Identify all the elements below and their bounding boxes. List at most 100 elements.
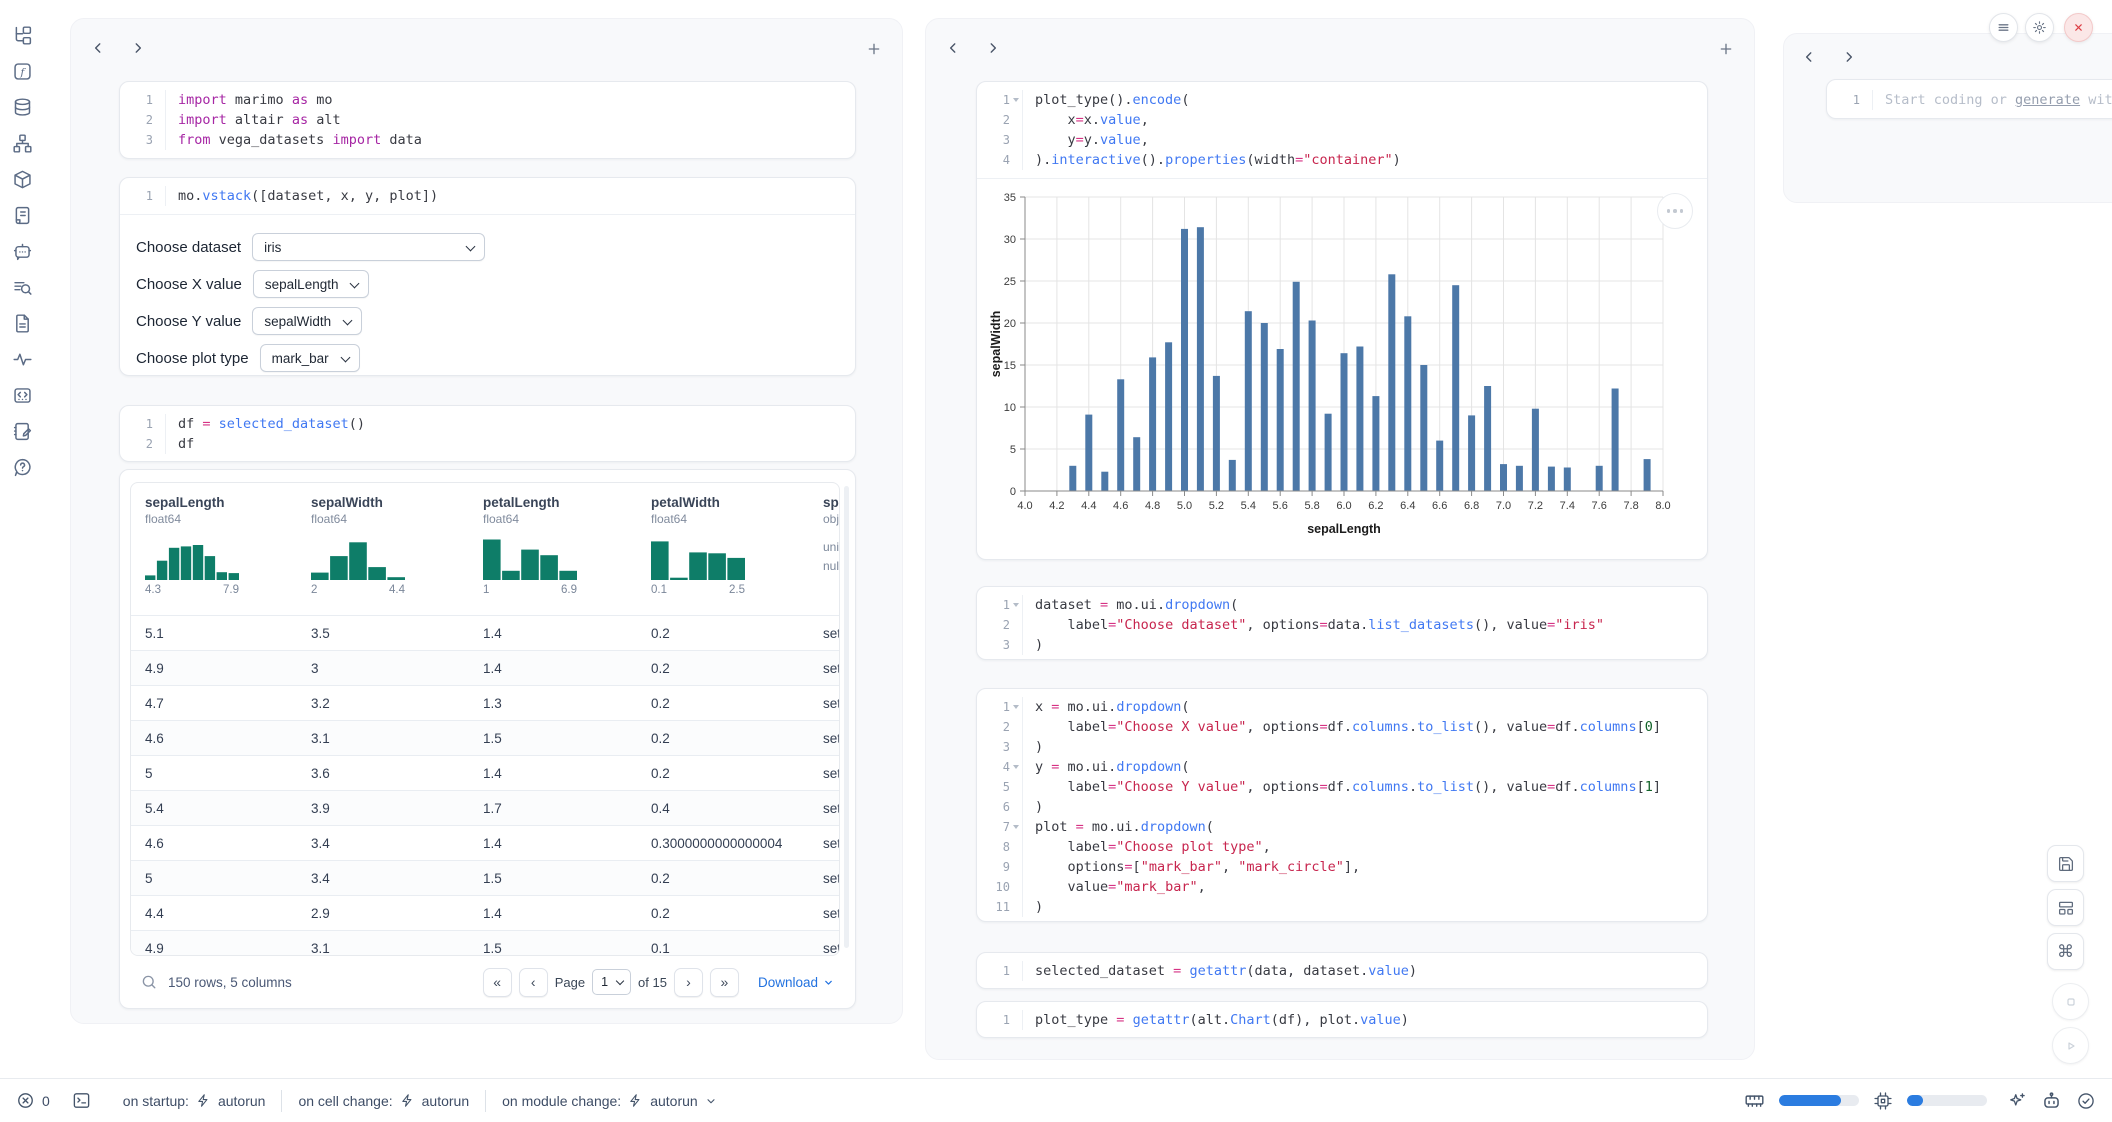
column-header-sepalWidth[interactable]: sepalWidthfloat6424.4 xyxy=(297,483,469,615)
fold-chevron-icon[interactable] xyxy=(1013,98,1019,102)
table-row[interactable]: 53.61.40.2setosa xyxy=(131,755,839,790)
close-button[interactable] xyxy=(2064,13,2093,42)
table-row[interactable]: 53.41.50.2setosa xyxy=(131,860,839,895)
table-row[interactable]: 5.43.91.70.4setosa xyxy=(131,790,839,825)
column-header-petalWidth[interactable]: petalWidthfloat640.12.5 xyxy=(637,483,809,615)
table-cell: setosa xyxy=(809,941,840,956)
altair-chart[interactable]: 4.04.24.44.64.85.05.25.45.65.86.06.26.46… xyxy=(977,179,1707,541)
chart-bar xyxy=(1245,311,1252,491)
datasources-icon[interactable] xyxy=(11,96,33,118)
generate-link[interactable]: generate xyxy=(2015,92,2080,108)
table-row[interactable]: 4.73.21.30.2setosa xyxy=(131,685,839,720)
sparkles-icon[interactable] xyxy=(2007,1091,2027,1111)
documentation-icon[interactable] xyxy=(11,204,33,226)
fold-chevron-icon[interactable] xyxy=(1013,603,1019,607)
table-row[interactable]: 4.63.41.40.3000000000000004setosa xyxy=(131,825,839,860)
table-scrollbar[interactable] xyxy=(844,486,849,948)
code-cell-xy-plot-dropdowns[interactable]: 1x = mo.ui.dropdown(2 label="Choose X va… xyxy=(976,688,1708,922)
packages-icon[interactable] xyxy=(11,168,33,190)
code-placeholder: Start coding or generate with xyxy=(1873,90,2112,110)
download-button[interactable]: Download xyxy=(758,975,834,990)
check-circle-icon[interactable] xyxy=(2076,1091,2096,1111)
first-page-button[interactable]: « xyxy=(483,968,512,997)
column-next-icon[interactable] xyxy=(986,41,1000,55)
save-button[interactable] xyxy=(2047,845,2084,882)
save-icon xyxy=(2057,855,2075,873)
terminal-button[interactable] xyxy=(72,1091,91,1110)
code-cell-dataset-dropdown[interactable]: 1dataset = mo.ui.dropdown(2 label="Choos… xyxy=(976,586,1708,660)
snippets-icon[interactable] xyxy=(11,384,33,406)
histogram-bar xyxy=(483,540,501,581)
column-header-species[interactable]: speciesobjectunique:nulls: xyxy=(809,483,840,615)
svg-text:5.0: 5.0 xyxy=(1177,500,1192,512)
code-cell-plot-type[interactable]: 1plot_type = getattr(alt.Chart(df), plot… xyxy=(976,1001,1708,1038)
layout-button[interactable] xyxy=(2047,889,2084,926)
dropdown-select[interactable]: iris xyxy=(252,233,485,261)
settings-button[interactable] xyxy=(2025,13,2054,42)
code-cell-imports[interactable]: 1import marimo as mo2import altair as al… xyxy=(119,81,856,159)
dropdown-select[interactable]: sepalWidth xyxy=(252,307,362,335)
column-header-petalLength[interactable]: petalLengthfloat6416.9 xyxy=(469,483,637,615)
run-config-item[interactable]: on module change:autorun xyxy=(494,1093,725,1109)
column-prev-icon[interactable] xyxy=(946,41,960,55)
fold-chevron-icon[interactable] xyxy=(1013,825,1019,829)
chart-menu-icon[interactable] xyxy=(1657,193,1693,229)
table-row[interactable]: 4.63.11.50.2setosa xyxy=(131,720,839,755)
page-select[interactable]: 1 xyxy=(592,969,631,995)
dependency-graph-icon[interactable] xyxy=(11,132,33,154)
table-row[interactable]: 5.13.51.40.2setosa xyxy=(131,615,839,650)
run-button[interactable] xyxy=(2052,1027,2089,1064)
column-next-icon[interactable] xyxy=(131,41,145,55)
table-row[interactable]: 4.93.11.50.1setosa xyxy=(131,930,839,956)
next-page-button[interactable]: › xyxy=(674,968,703,997)
logs-icon[interactable] xyxy=(11,276,33,298)
svg-text:25: 25 xyxy=(1004,276,1016,288)
prev-page-button[interactable]: ‹ xyxy=(519,968,548,997)
code-cell-df[interactable]: 1df = selected_dataset()2df xyxy=(119,405,856,462)
column-header-sepalLength[interactable]: sepalLengthfloat644.37.9 xyxy=(131,483,297,615)
svg-text:10: 10 xyxy=(1004,402,1016,414)
functions-icon[interactable]: f xyxy=(11,60,33,82)
code-line: 1mo.vstack([dataset, x, y, plot]) xyxy=(120,186,855,206)
ai-chat-icon[interactable] xyxy=(11,240,33,262)
column-next-icon[interactable] xyxy=(1842,50,1856,64)
run-config-value: autorun xyxy=(650,1093,697,1109)
errors-indicator[interactable]: 0 xyxy=(16,1091,50,1110)
add-cell-icon[interactable] xyxy=(866,41,882,57)
file-tree-icon[interactable] xyxy=(11,24,33,46)
robot-icon[interactable] xyxy=(2041,1090,2062,1111)
histogram-bar xyxy=(181,546,191,580)
table-row[interactable]: 4.931.40.2setosa xyxy=(131,650,839,685)
code-line: 9 options=["mark_bar", "mark_circle"], xyxy=(977,857,1707,877)
dropdown-select[interactable]: mark_bar xyxy=(260,344,360,372)
table-cell: 4.9 xyxy=(131,661,297,676)
dropdown-select[interactable]: sepalLength xyxy=(253,270,370,298)
help-icon[interactable] xyxy=(11,456,33,478)
table-body: 5.13.51.40.2setosa4.931.40.2setosa4.73.2… xyxy=(131,615,839,956)
search-icon[interactable] xyxy=(140,973,158,991)
last-page-button[interactable]: » xyxy=(710,968,739,997)
fold-chevron-icon[interactable] xyxy=(1013,765,1019,769)
code-cell-vstack[interactable]: 1mo.vstack([dataset, x, y, plot]) Choose… xyxy=(119,177,856,376)
chart-bar xyxy=(1372,396,1379,491)
run-config-item[interactable]: on cell change:autorun xyxy=(290,1093,477,1109)
cpu-usage-bar xyxy=(1907,1095,1987,1106)
scratchpad-icon[interactable] xyxy=(11,420,33,442)
outline-icon[interactable] xyxy=(11,312,33,334)
tracing-icon[interactable] xyxy=(11,348,33,370)
code-cell-selected-dataset[interactable]: 1selected_dataset = getattr(data, datase… xyxy=(976,952,1708,989)
keyboard-shortcuts-button[interactable]: ⌘ xyxy=(2047,933,2084,970)
column-nav xyxy=(91,41,145,55)
run-config-item[interactable]: on startup:autorun xyxy=(115,1093,274,1109)
table-row[interactable]: 4.42.91.40.2setosa xyxy=(131,895,839,930)
column-prev-icon[interactable] xyxy=(1802,50,1816,64)
table-cell: setosa xyxy=(809,626,840,641)
add-cell-icon[interactable] xyxy=(1718,41,1734,57)
code-cell-plot[interactable]: 1plot_type().encode(2 x=x.value,3 y=y.va… xyxy=(976,81,1708,560)
stop-button[interactable] xyxy=(2052,983,2089,1020)
fold-chevron-icon[interactable] xyxy=(1013,705,1019,709)
chart-output: 4.04.24.44.64.85.05.25.45.65.86.06.26.46… xyxy=(977,179,1707,560)
column-prev-icon[interactable] xyxy=(91,41,105,55)
menu-button[interactable] xyxy=(1989,13,2018,42)
empty-code-cell[interactable]: 1 Start coding or generate with xyxy=(1826,79,2112,119)
